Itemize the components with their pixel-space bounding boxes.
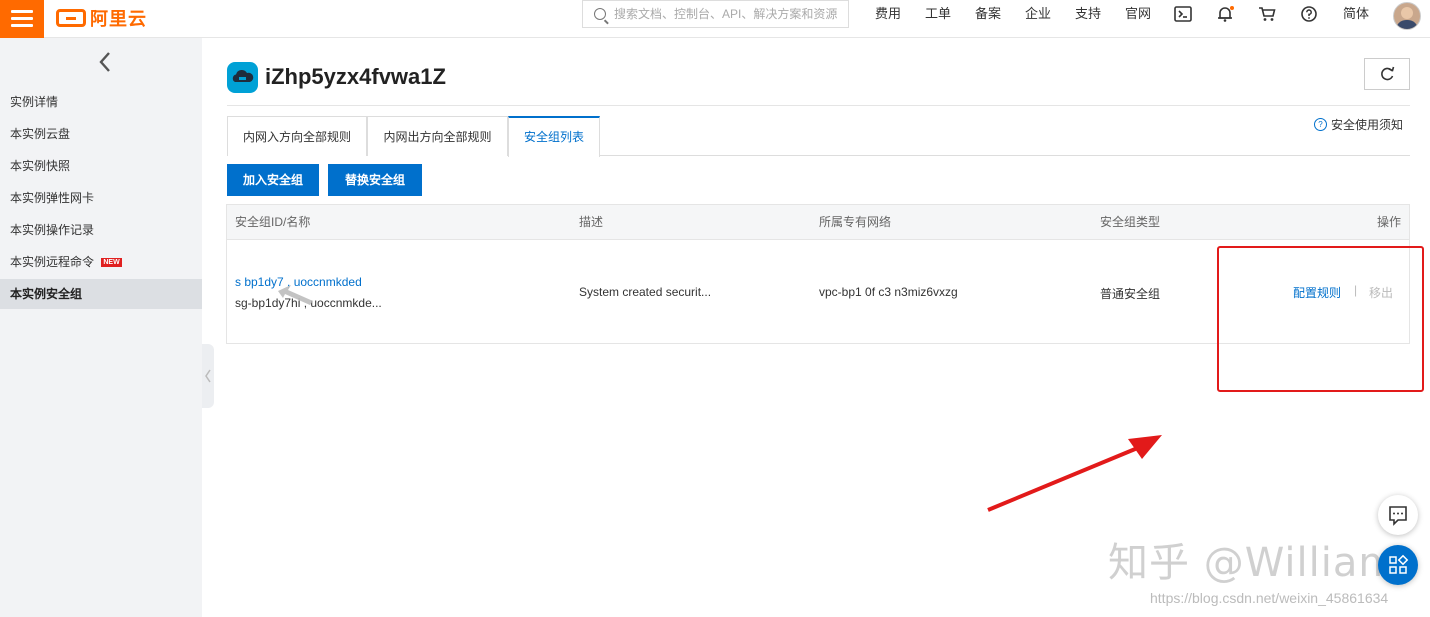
sidebar-item-label: 本实例云盘	[10, 127, 71, 141]
nav-fees[interactable]: 费用	[875, 0, 901, 28]
tab-ingress-rules[interactable]: 内网入方向全部规则	[227, 116, 367, 156]
security-group-description: System created securit...	[579, 285, 712, 299]
new-badge: NEW	[101, 258, 122, 268]
sidebar: 实例详情 本实例云盘 本实例快照 本实例弹性网卡 本实例操作记录 本实例远程命令…	[0, 38, 202, 617]
column-header-description: 描述	[579, 215, 604, 229]
title-divider	[227, 105, 1410, 106]
security-group-vpc: vpc-bp1 0f c3 n3miz6vxzg	[819, 285, 958, 299]
chat-button[interactable]	[1378, 495, 1418, 535]
sidebar-item-label: 本实例弹性网卡	[10, 191, 95, 205]
nav-official-site[interactable]: 官网	[1125, 0, 1151, 28]
search-box[interactable]	[582, 0, 849, 28]
nav-support[interactable]: 支持	[1075, 0, 1101, 28]
url-watermark: https://blog.csdn.net/weixin_45861634	[1150, 590, 1389, 606]
refresh-button[interactable]	[1364, 58, 1410, 90]
nav-enterprise[interactable]: 企业	[1025, 0, 1051, 28]
aliyun-logo[interactable]: 阿里云	[56, 6, 147, 30]
chevron-left-icon	[205, 369, 211, 383]
security-notice-link[interactable]: ? 安全使用须知	[1314, 116, 1403, 133]
nav-icp-filing[interactable]: 备案	[975, 0, 1001, 28]
column-header-id-name: 安全组ID/名称	[235, 215, 311, 229]
tab-label: 内网入方向全部规则	[242, 130, 351, 144]
logo-text: 阿里云	[90, 9, 147, 29]
nav-tickets[interactable]: 工单	[925, 0, 951, 28]
quick-tools-button[interactable]	[1378, 545, 1418, 585]
instance-icon	[227, 62, 258, 93]
replace-security-group-button[interactable]: 替换安全组	[328, 164, 422, 196]
sidebar-item-label: 本实例远程命令	[10, 255, 95, 269]
sidebar-item-disks[interactable]: 本实例云盘	[0, 119, 202, 149]
bell-icon[interactable]	[1216, 6, 1234, 22]
user-avatar[interactable]	[1393, 2, 1421, 30]
sidebar-item-label: 本实例快照	[10, 159, 71, 173]
column-header-type: 安全组类型	[1100, 215, 1161, 229]
refresh-icon	[1381, 66, 1395, 81]
sidebar-item-security-groups[interactable]: 本实例安全组	[0, 279, 202, 309]
sidebar-collapse-handle[interactable]	[202, 344, 214, 408]
question-circle-icon: ?	[1314, 118, 1327, 131]
sidebar-item-eni[interactable]: 本实例弹性网卡	[0, 183, 202, 213]
highlight-box	[1217, 246, 1424, 392]
top-bar: 阿里云 费用 工单 备案 企业 支持 官网 简体	[0, 0, 1430, 38]
sidebar-item-label: 实例详情	[10, 95, 59, 109]
watermark-text: 知乎 @William	[1108, 540, 1399, 586]
back-chevron-icon[interactable]	[95, 50, 115, 74]
chat-icon	[1389, 506, 1407, 526]
search-input[interactable]	[614, 7, 842, 21]
sidebar-item-snapshots[interactable]: 本实例快照	[0, 151, 202, 181]
tab-security-group-list[interactable]: 安全组列表	[508, 116, 600, 157]
sidebar-item-operation-logs[interactable]: 本实例操作记录	[0, 215, 202, 245]
help-icon[interactable]	[1300, 6, 1318, 22]
sidebar-item-label: 本实例安全组	[10, 287, 83, 301]
column-header-vpc: 所属专有网络	[819, 215, 892, 229]
cart-icon[interactable]	[1258, 6, 1276, 22]
tab-label: 安全组列表	[523, 130, 584, 144]
red-arrow-icon	[987, 435, 1162, 512]
tab-label: 内网出方向全部规则	[383, 130, 492, 144]
join-security-group-button[interactable]: 加入安全组	[227, 164, 319, 196]
security-group-type: 普通安全组	[1100, 287, 1161, 301]
sidebar-item-remote-commands[interactable]: 本实例远程命令 NEW	[0, 247, 202, 277]
aliyun-logo-icon	[56, 9, 86, 27]
cursor-arrow-icon	[278, 285, 313, 305]
search-icon	[594, 8, 606, 20]
menu-icon[interactable]	[0, 0, 44, 38]
sidebar-item-instance-details[interactable]: 实例详情	[0, 87, 202, 117]
security-notice-label: 安全使用须知	[1331, 118, 1404, 132]
sidebar-item-label: 本实例操作记录	[10, 223, 95, 237]
column-header-actions: 操作	[1377, 215, 1402, 229]
language-switch[interactable]: 简体	[1343, 0, 1369, 28]
grid-icon	[1389, 554, 1409, 574]
table-header: 安全组ID/名称 描述 所属专有网络 安全组类型 操作	[227, 205, 1409, 240]
terminal-icon[interactable]	[1174, 6, 1192, 22]
tab-egress-rules[interactable]: 内网出方向全部规则	[367, 116, 508, 156]
page-title: iZhp5yzx4fvwa1Z	[265, 64, 446, 89]
